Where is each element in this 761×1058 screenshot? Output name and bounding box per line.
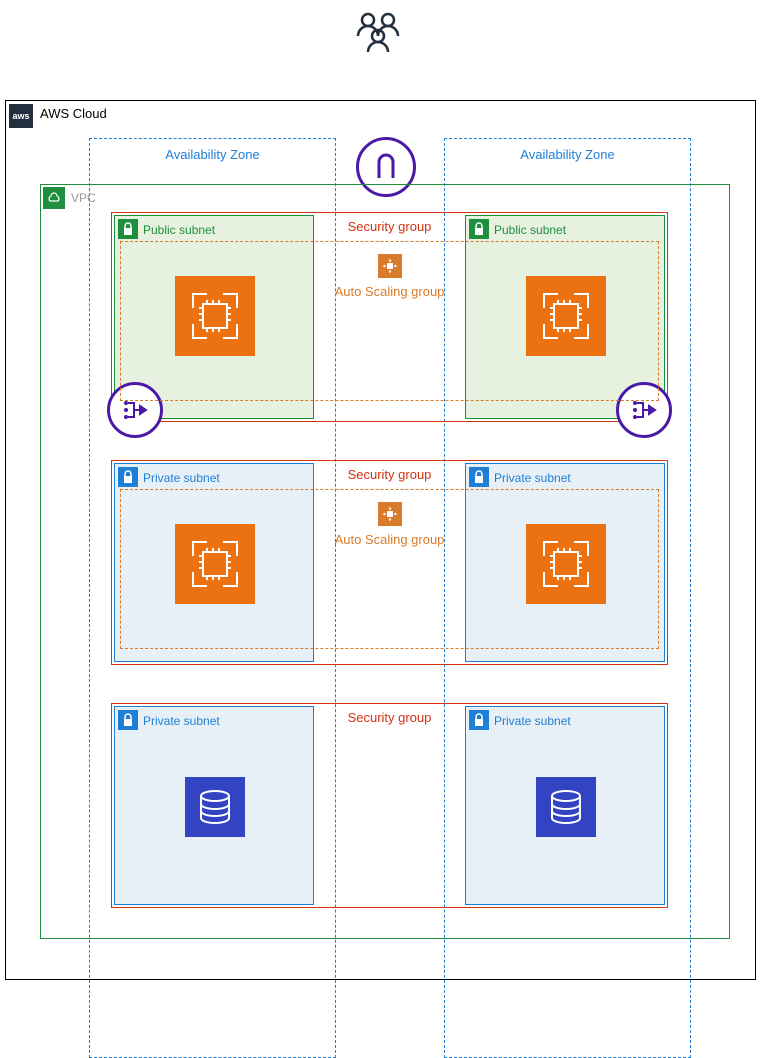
lock-icon [118, 467, 138, 487]
subnet-label: Public subnet [494, 223, 566, 237]
aws-cloud-box: aws AWS Cloud Availability Zone Availabi… [5, 100, 756, 980]
lock-icon [469, 219, 489, 239]
vpc-icon [43, 187, 65, 209]
auto-scaling-group: Auto Scaling group [120, 241, 659, 401]
aws-logo-icon: aws [9, 104, 33, 128]
lock-icon [469, 467, 489, 487]
private-subnet-right: Private subnet [465, 706, 665, 905]
lock-icon [118, 219, 138, 239]
vpc-box: VPC Security group Public subnet Public … [40, 184, 730, 939]
auto-scaling-icon [378, 254, 402, 278]
availability-zone-label: Availability Zone [445, 147, 690, 162]
security-group-tier2: Security group Private subnet Private su… [111, 460, 668, 665]
lock-icon [469, 710, 489, 730]
users-icon [350, 8, 406, 58]
private-subnet-left: Private subnet [114, 706, 314, 905]
subnet-label: Private subnet [143, 471, 220, 485]
security-group-tier1: Security group Public subnet Public subn… [111, 212, 668, 422]
database-icon [185, 777, 245, 837]
auto-scaling-label: Auto Scaling group [121, 284, 658, 299]
subnet-label: Public subnet [143, 223, 215, 237]
availability-zone-label: Availability Zone [90, 147, 335, 162]
aws-cloud-label: AWS Cloud [40, 106, 107, 121]
auto-scaling-icon [378, 502, 402, 526]
subnet-label: Private subnet [143, 714, 220, 728]
subnet-label: Private subnet [494, 471, 571, 485]
auto-scaling-group: Auto Scaling group [120, 489, 659, 649]
security-group-tier3: Security group Private subnet Private su… [111, 703, 668, 908]
database-icon [536, 777, 596, 837]
lock-icon [118, 710, 138, 730]
vpc-label: VPC [71, 191, 96, 205]
auto-scaling-label: Auto Scaling group [121, 532, 658, 547]
subnet-label: Private subnet [494, 714, 571, 728]
